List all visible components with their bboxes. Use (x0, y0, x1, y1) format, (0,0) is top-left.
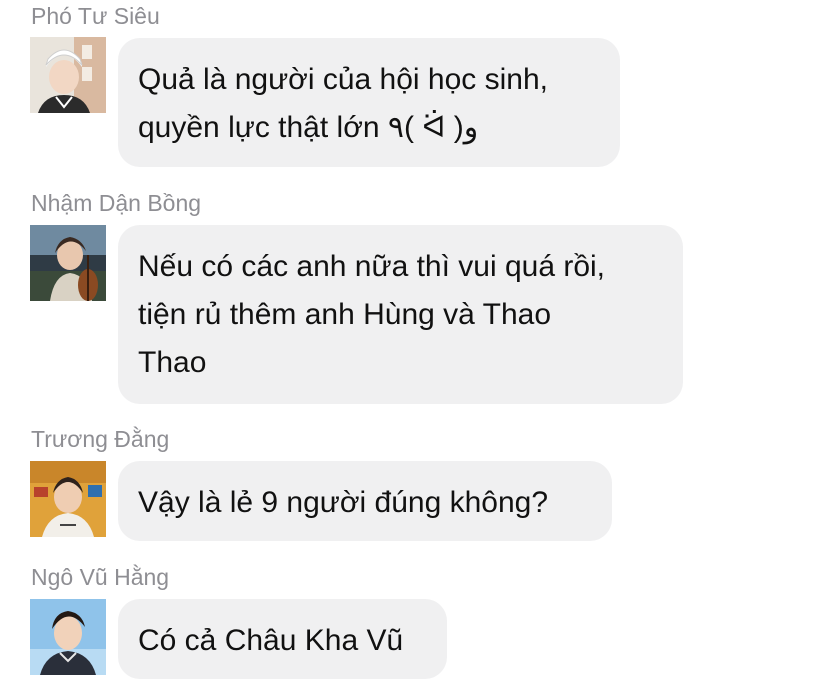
message-text-line: Quả là người của hội học sinh, (138, 63, 548, 96)
message-bubble[interactable]: Có cả Châu Kha Vũ (118, 599, 447, 679)
message-text-line: Thao (138, 346, 207, 379)
avatar[interactable] (30, 599, 106, 675)
avatar[interactable] (30, 225, 106, 301)
message-bubble[interactable]: Quả là người của hội học sinh, quyền lực… (118, 38, 620, 167)
message-text-line: Có cả Châu Kha Vũ (138, 624, 404, 657)
message-bubble[interactable]: Vậy là lẻ 9 người đúng không? (118, 461, 612, 541)
message-text-line: quyền lực thật lớn ٩( ᐛ )و (138, 111, 479, 144)
avatar[interactable] (30, 37, 106, 113)
sender-name[interactable]: Ngô Vũ Hằng (31, 566, 169, 589)
message-text-line: Vậy là lẻ 9 người đúng không? (138, 486, 549, 519)
message-text-line: Nếu có các anh nữa thì vui quá rồi, (138, 250, 606, 283)
avatar[interactable] (30, 461, 106, 537)
sender-name[interactable]: Nhậm Dận Bồng (31, 192, 201, 215)
sender-name[interactable]: Phó Tư Siêu (31, 5, 160, 28)
sender-name[interactable]: Trương Đằng (31, 428, 169, 451)
message-text-line: tiện rủ thêm anh Hùng và Thao (138, 298, 552, 331)
message-bubble[interactable]: Nếu có các anh nữa thì vui quá rồi, tiện… (118, 225, 683, 404)
